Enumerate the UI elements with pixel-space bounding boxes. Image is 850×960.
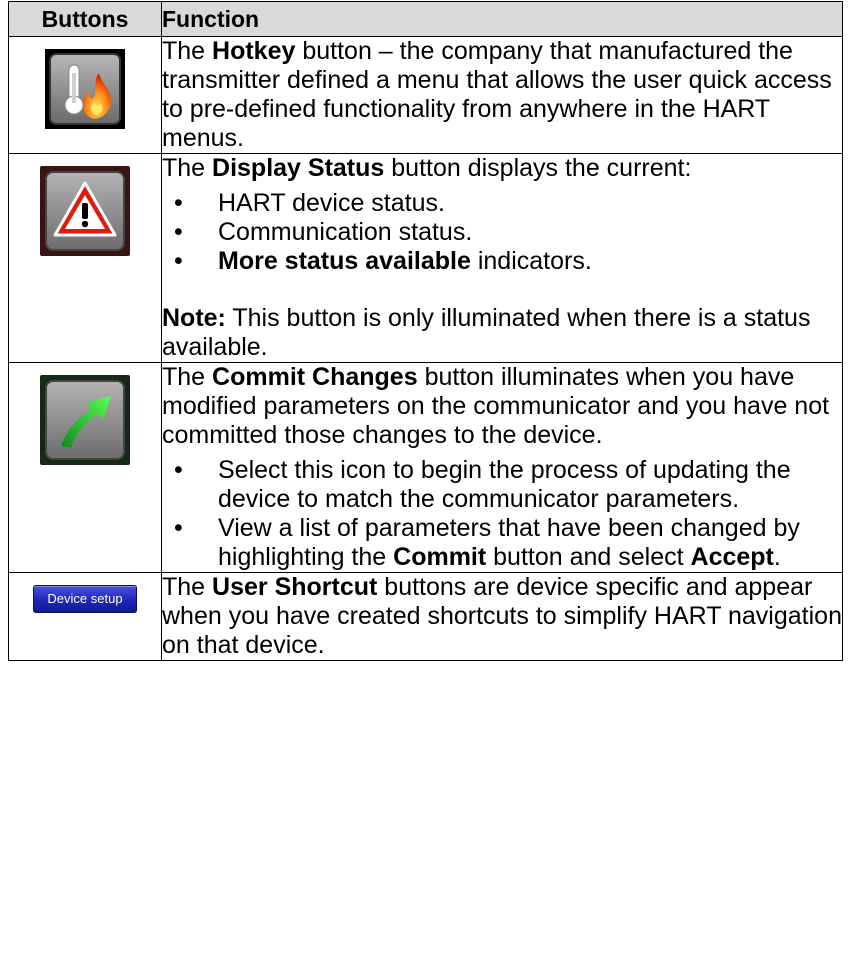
commit-label: Commit [393,543,487,571]
commit-changes-label: Commit Changes [212,363,418,391]
accept-label: Accept [690,543,774,571]
function-description: The Commit Changes button illuminates wh… [161,362,843,573]
display-status-intro: The Display Status button displays the c… [162,154,842,183]
hotkey-icon [45,49,125,132]
function-description: The Hotkey button – the company that man… [161,36,843,154]
function-description: The User Shortcut buttons are device spe… [161,572,843,661]
text: The [162,37,213,65]
buttons-column-header: Buttons [8,1,162,37]
list-item: View a list of parameters that have been… [162,514,842,572]
status-list: HART device status. Communication status… [162,189,842,276]
button-icon-cell [8,362,162,573]
table-row: The Display Status button displays the c… [8,153,843,363]
table-header-row: Buttons Function [8,1,843,37]
hotkey-label: Hotkey [212,37,296,65]
function-description: The Display Status button displays the c… [161,153,843,363]
commit-arrow-icon [40,375,130,465]
button-icon-cell: Device setup [8,572,162,661]
button-icon-cell [8,153,162,363]
note-label: Note: [162,304,226,332]
note-text: This button is only illuminated when the… [162,304,811,361]
commit-list: Select this icon to begin the process of… [162,456,842,572]
text: button displays the current: [384,154,692,182]
text: button and select [486,543,691,571]
warning-triangle-icon [40,166,130,256]
display-status-note: Note: This button is only illuminated wh… [162,304,842,362]
more-status-label: More status available [218,247,471,275]
text: HART device status. [218,189,445,217]
display-status-label: Display Status [212,154,385,182]
button-function-table: Buttons Function The Hotkey button – the… [8,1,843,661]
list-item: Communication status. [162,218,842,247]
user-shortcut-label: User Shortcut [212,573,378,601]
text: indicators. [470,247,592,275]
button-icon-cell [8,36,162,154]
text: Communication status. [218,218,473,246]
table-row: The Commit Changes button illuminates wh… [8,362,843,573]
hotkey-description: The Hotkey button – the company that man… [162,37,842,153]
user-shortcut-description: The User Shortcut buttons are device spe… [162,573,842,660]
text: The [162,154,213,182]
commit-intro: The Commit Changes button illuminates wh… [162,363,842,450]
text: Select this icon to begin the process of… [218,456,791,513]
list-item: More status available indicators. [162,247,842,276]
text: The [162,363,213,391]
list-item: Select this icon to begin the process of… [162,456,842,514]
list-item: HART device status. [162,189,842,218]
table-row: Device setup The User Shortcut buttons a… [8,572,843,661]
device-setup-button: Device setup [33,585,137,613]
table-row: The Hotkey button – the company that man… [8,36,843,154]
text: . [773,543,781,571]
function-column-header: Function [161,1,843,37]
text: The [162,573,213,601]
